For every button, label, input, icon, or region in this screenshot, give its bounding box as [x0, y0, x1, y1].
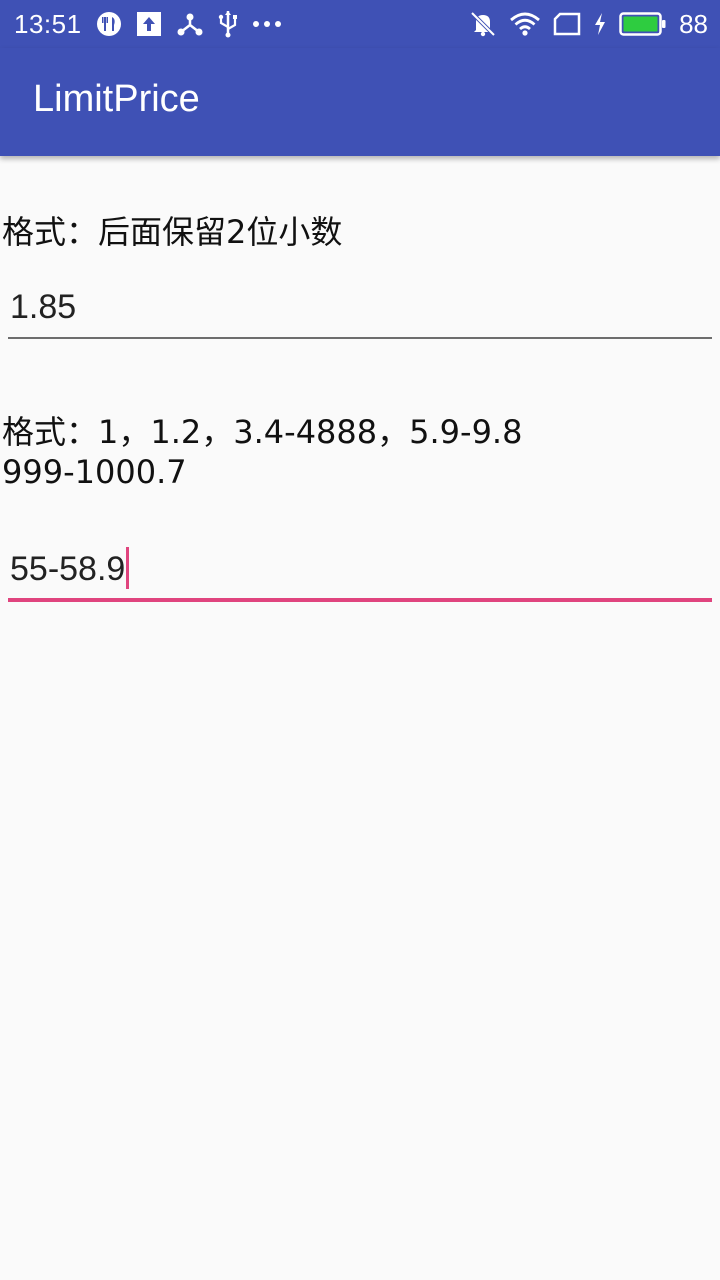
upload-icon [136, 11, 162, 37]
price-input-2-underline [8, 598, 712, 602]
price-input-1-underline [8, 337, 712, 339]
price-input-2-text: 55-58.9 [10, 547, 130, 592]
mute-icon [469, 10, 497, 38]
status-left-group: 13:51 [14, 0, 282, 48]
price-input-2[interactable]: 55-58.9 [8, 540, 712, 604]
battery-level: 88 [679, 8, 708, 39]
wifi-icon [509, 11, 541, 37]
format-label-1: 格式：后面保留2位小数 [2, 213, 343, 251]
status-right-group: 88 [469, 0, 708, 48]
status-bar: 13:51 88 [0, 0, 720, 48]
more-icon [252, 19, 282, 29]
price-input-1[interactable]: 1.85 [8, 276, 712, 340]
battery-icon [619, 11, 667, 37]
text-cursor [126, 547, 130, 590]
app-title: LimitPrice [33, 78, 200, 120]
status-time: 13:51 [14, 8, 82, 39]
app-bar: LimitPrice [0, 48, 720, 156]
sim-icon [553, 12, 581, 36]
usb-icon [218, 10, 238, 38]
price-input-2-value: 55-58.9 [10, 550, 126, 588]
charging-icon [593, 12, 607, 36]
share-icon [176, 11, 204, 37]
format-label-2: 格式：1，1.2，3.4-4888，5.9-9.8 999-1000.7 [2, 413, 523, 491]
fork-knife-icon [96, 11, 122, 37]
price-input-1-value: 1.85 [10, 288, 77, 326]
